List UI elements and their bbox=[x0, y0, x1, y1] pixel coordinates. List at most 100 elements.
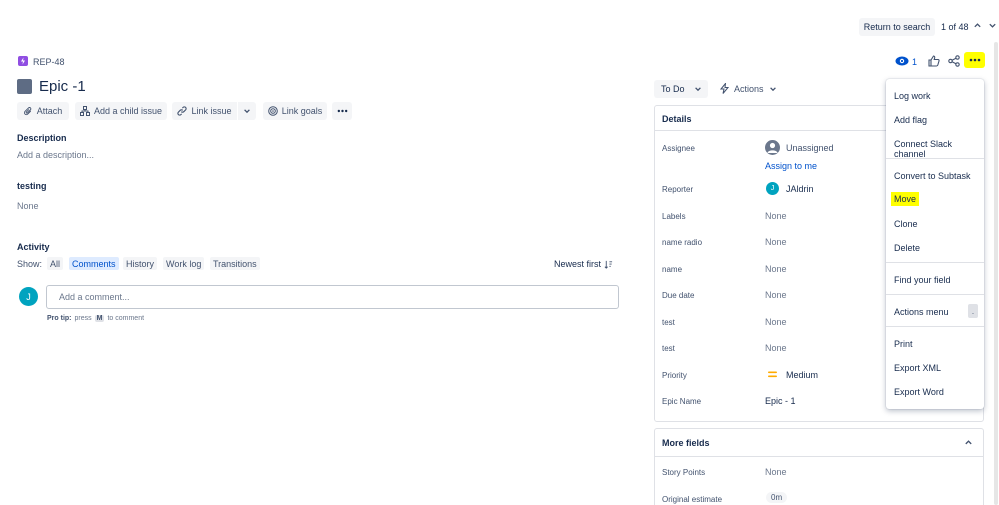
pager-text: 1 of 48 bbox=[941, 22, 969, 32]
due-date-value[interactable]: None bbox=[765, 290, 787, 300]
field-label-original-estimate: Original estimate bbox=[662, 495, 723, 504]
menu-item-print[interactable]: Print bbox=[894, 339, 913, 349]
menu-item-connect-slack[interactable]: Connect Slack channel bbox=[894, 139, 984, 159]
details-heading[interactable]: Details bbox=[662, 114, 692, 124]
comment-input[interactable]: Add a comment... bbox=[46, 285, 619, 309]
link-issue-dropdown-button[interactable] bbox=[238, 102, 256, 120]
field-label-name: name bbox=[662, 265, 683, 274]
assignee-value[interactable]: Unassigned bbox=[786, 143, 834, 153]
activity-heading: Activity bbox=[17, 242, 50, 252]
name-radio-value[interactable]: None bbox=[765, 237, 787, 247]
add-child-issue-button[interactable]: Add a child issue bbox=[75, 102, 167, 120]
filter-history[interactable]: History bbox=[123, 257, 158, 270]
link-icon bbox=[177, 106, 188, 116]
share-icon[interactable] bbox=[948, 55, 960, 67]
pro-tip-key: M bbox=[94, 315, 105, 322]
field-label-assignee: Assignee bbox=[662, 144, 695, 153]
status-dropdown[interactable]: To Do bbox=[654, 80, 708, 98]
priority-medium-icon bbox=[768, 371, 777, 378]
description-placeholder[interactable]: Add a description... bbox=[17, 150, 94, 160]
more-actions-button[interactable] bbox=[964, 52, 985, 68]
more-fields-heading[interactable]: More fields bbox=[662, 438, 710, 448]
more-dots-icon bbox=[969, 58, 981, 62]
link-issue-button[interactable]: Link issue bbox=[172, 102, 237, 120]
add-child-label: Add a child issue bbox=[93, 106, 163, 116]
assignee-avatar-icon bbox=[765, 140, 780, 155]
paperclip-icon bbox=[23, 106, 33, 116]
chevron-up-icon[interactable] bbox=[973, 21, 982, 30]
issue-key-link[interactable]: REP-48 bbox=[33, 57, 65, 67]
link-goals-label: Link goals bbox=[281, 106, 323, 116]
menu-separator bbox=[886, 294, 984, 295]
watchers-count: 1 bbox=[912, 57, 918, 67]
menu-item-find-your-field[interactable]: Find your field bbox=[894, 275, 951, 285]
sort-order-button[interactable]: Newest first bbox=[554, 259, 613, 269]
menu-item-move[interactable]: Move bbox=[891, 192, 920, 206]
return-to-search-button[interactable]: Return to search bbox=[859, 18, 935, 36]
actions-button[interactable]: Actions bbox=[720, 83, 777, 94]
menu-item-convert-to-subtask[interactable]: Convert to Subtask bbox=[894, 171, 971, 181]
more-actions-menu: Log work Add flag Connect Slack channel … bbox=[886, 79, 984, 409]
filter-work-log[interactable]: Work log bbox=[163, 257, 205, 270]
menu-item-export-xml[interactable]: Export XML bbox=[894, 363, 941, 373]
chevron-down-icon bbox=[769, 85, 777, 93]
more-fields-divider bbox=[655, 456, 983, 457]
reporter-value[interactable]: JAldrin bbox=[786, 184, 814, 194]
child-issue-icon bbox=[79, 106, 90, 116]
sort-icon bbox=[604, 260, 613, 269]
field-label-epic-name: Epic Name bbox=[662, 397, 702, 406]
attach-button[interactable]: Attach bbox=[17, 102, 69, 120]
link-goals-button[interactable]: Link goals bbox=[263, 102, 327, 120]
test-2-value[interactable]: None bbox=[765, 343, 787, 353]
menu-item-log-work[interactable]: Log work bbox=[894, 91, 931, 101]
original-estimate-value[interactable]: 0m bbox=[766, 492, 788, 503]
field-label-labels: Labels bbox=[662, 212, 686, 221]
field-label-reporter: Reporter bbox=[662, 185, 694, 194]
labels-value[interactable]: None bbox=[765, 211, 787, 221]
target-icon bbox=[267, 106, 278, 116]
story-points-value[interactable]: None bbox=[765, 467, 787, 477]
status-label: To Do bbox=[661, 84, 685, 94]
link-issue-label: Link issue bbox=[191, 106, 232, 116]
epic-name-value[interactable]: Epic - 1 bbox=[765, 396, 796, 406]
menu-item-clone[interactable]: Clone bbox=[894, 219, 918, 229]
actions-label: Actions bbox=[734, 83, 764, 94]
scrollbar-thumb[interactable] bbox=[994, 42, 998, 505]
name-value[interactable]: None bbox=[765, 264, 787, 274]
field-label-priority: Priority bbox=[662, 371, 687, 380]
filter-all[interactable]: All bbox=[47, 257, 64, 270]
filter-comments[interactable]: Comments bbox=[69, 257, 119, 270]
chevron-down-icon bbox=[243, 107, 251, 115]
sort-order-label: Newest first bbox=[554, 259, 602, 269]
description-heading: Description bbox=[17, 133, 67, 143]
test-1-value[interactable]: None bbox=[765, 317, 787, 327]
testing-value[interactable]: None bbox=[17, 201, 39, 211]
pro-tip: Pro tip: press M to comment bbox=[47, 315, 144, 322]
toolbar-more-button[interactable] bbox=[332, 102, 352, 120]
attach-label: Attach bbox=[36, 106, 63, 116]
menu-separator bbox=[886, 158, 984, 159]
menu-item-export-word[interactable]: Export Word bbox=[894, 387, 944, 397]
pro-tip-prefix: Pro tip: bbox=[47, 315, 72, 322]
assign-to-me-link[interactable]: Assign to me bbox=[765, 161, 817, 171]
epic-icon bbox=[18, 56, 28, 66]
more-dots-icon bbox=[337, 109, 348, 113]
filter-transitions[interactable]: Transitions bbox=[210, 257, 260, 270]
comment-avatar: J bbox=[19, 287, 38, 306]
priority-value[interactable]: Medium bbox=[786, 370, 818, 380]
menu-item-delete[interactable]: Delete bbox=[894, 243, 920, 253]
actions-menu-shortcut: . bbox=[968, 304, 978, 318]
menu-item-actions-menu[interactable]: Actions menu bbox=[894, 307, 949, 317]
pro-tip-press: press bbox=[74, 315, 92, 322]
watch-eye-icon[interactable] bbox=[895, 56, 909, 66]
issue-type-square-icon bbox=[17, 79, 32, 94]
thumbs-up-icon[interactable] bbox=[928, 55, 940, 67]
issue-title[interactable]: Epic -1 bbox=[39, 78, 86, 95]
lightning-icon bbox=[720, 83, 729, 94]
chevron-down-icon[interactable] bbox=[988, 21, 997, 30]
show-label: Show: bbox=[17, 259, 43, 269]
menu-separator bbox=[886, 326, 984, 327]
menu-item-add-flag[interactable]: Add flag bbox=[894, 115, 927, 125]
chevron-up-icon[interactable] bbox=[964, 438, 973, 447]
field-label-name-radio: name radio bbox=[662, 238, 703, 247]
